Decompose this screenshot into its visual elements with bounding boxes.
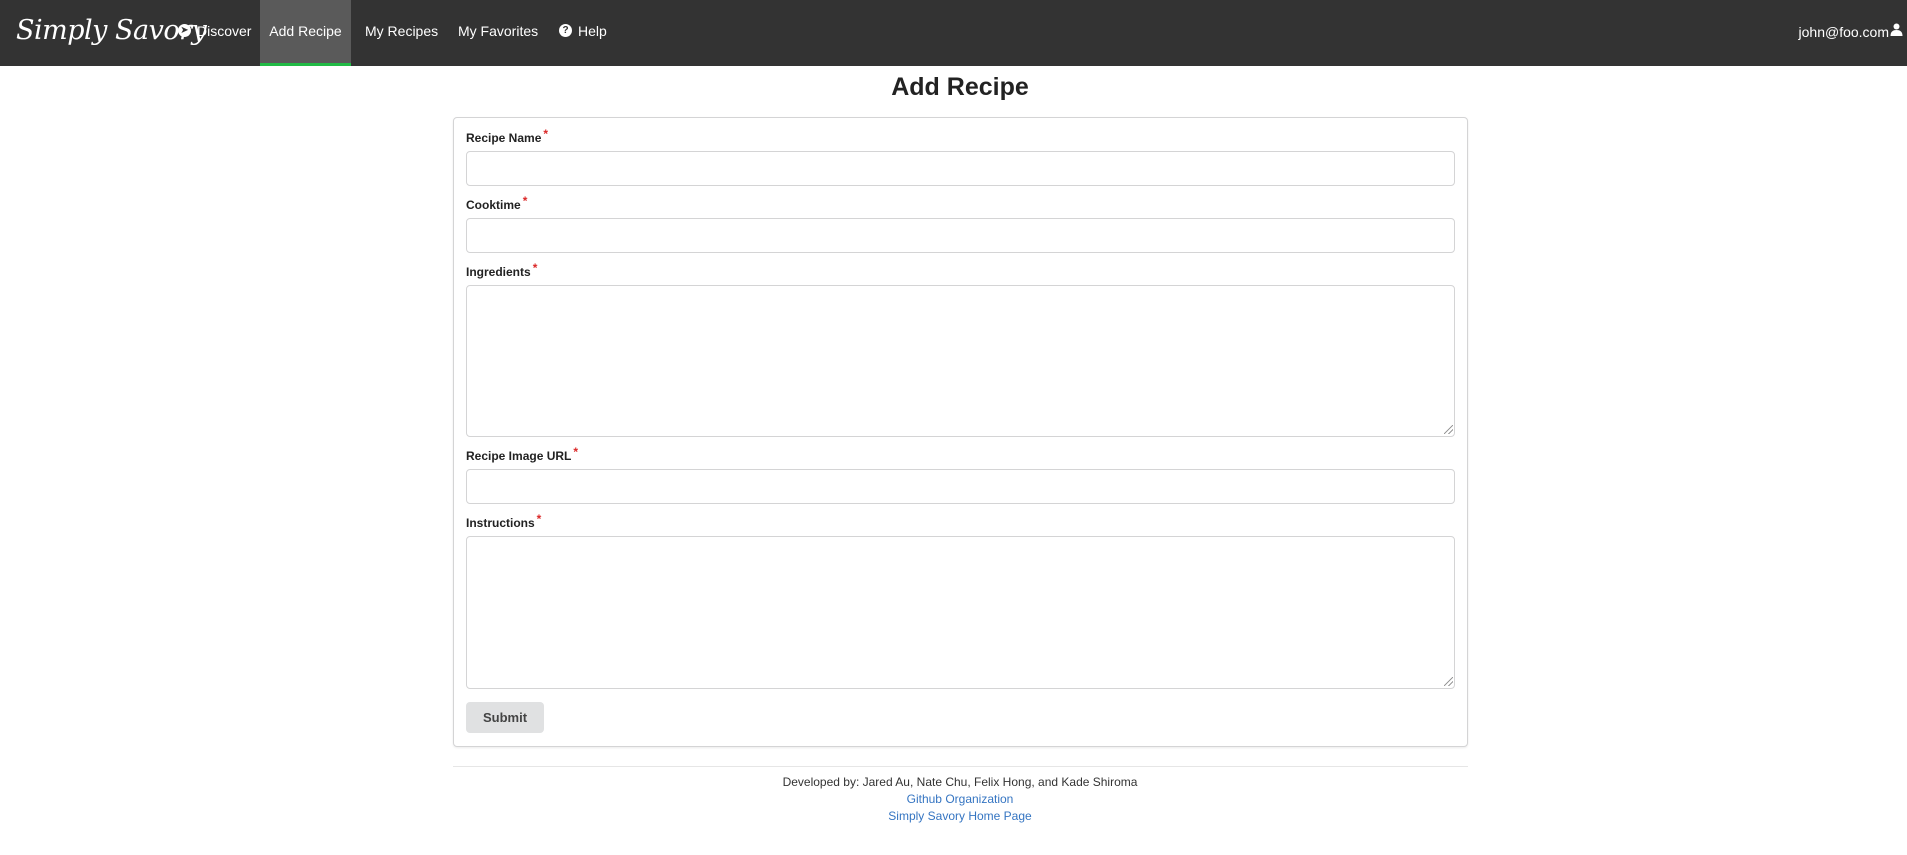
required-marker: * (543, 127, 549, 141)
nav-item-help[interactable]: ? Help (559, 0, 607, 66)
nav-item-label: Help (578, 23, 607, 39)
page-title: Add Recipe (891, 73, 1029, 101)
instructions-textarea[interactable] (466, 536, 1455, 689)
nav-item-my-favorites[interactable]: My Favorites (458, 0, 538, 66)
field-label-text: Ingredients (466, 265, 531, 279)
field-label-text: Cooktime (466, 198, 521, 212)
recipe-image-url-label: Recipe Image URL * (466, 445, 578, 463)
nav-item-label: Discover (197, 23, 252, 39)
github-organization-link[interactable]: Github Organization (0, 791, 1907, 808)
required-marker: * (532, 261, 538, 275)
recipe-image-url-input[interactable] (466, 469, 1455, 504)
ingredients-textarea[interactable] (466, 285, 1455, 437)
submit-button[interactable]: Submit (466, 702, 544, 733)
add-recipe-form: Recipe Name * Cooktime * Ingredients * Reci… (453, 117, 1468, 747)
user-menu[interactable]: john@foo.com (1799, 0, 1903, 66)
user-icon (1890, 0, 1903, 63)
question-circle-icon: ? (559, 23, 572, 37)
required-marker: * (573, 445, 579, 459)
compass-icon: ➤ (178, 23, 191, 37)
ingredients-label: Ingredients * (466, 261, 537, 279)
top-navbar: Simply Savory ➤ Discover Add Recipe My Re… (0, 0, 1907, 66)
footer: Developed by: Jared Au, Nate Chu, Felix … (0, 774, 1907, 825)
ingredients-resize-handle[interactable] (1444, 425, 1453, 434)
cooktime-input[interactable] (466, 218, 1455, 253)
nav-item-label: My Recipes (365, 23, 439, 39)
recipe-name-input[interactable] (466, 151, 1455, 186)
field-label-text: Instructions (466, 516, 535, 530)
instructions-label: Instructions * (466, 512, 541, 530)
home-page-link[interactable]: Simply Savory Home Page (0, 808, 1907, 825)
nav-item-my-recipes[interactable]: My Recipes (365, 0, 438, 66)
nav-item-label: Add Recipe (269, 23, 342, 39)
footer-divider (453, 766, 1468, 767)
user-email: john@foo.com (1798, 24, 1889, 40)
cooktime-label: Cooktime * (466, 194, 527, 212)
required-marker: * (536, 512, 542, 526)
nav-item-discover[interactable]: ➤ Discover (178, 0, 251, 66)
field-label-text: Recipe Image URL (466, 449, 572, 463)
instructions-resize-handle[interactable] (1444, 677, 1453, 686)
footer-credits: Developed by: Jared Au, Nate Chu, Felix … (782, 775, 1138, 789)
nav-item-add-recipe[interactable]: Add Recipe (260, 0, 351, 66)
required-marker: * (522, 194, 528, 208)
field-label-text: Recipe Name (466, 131, 542, 145)
recipe-name-label: Recipe Name * (466, 127, 548, 145)
nav-item-label: My Favorites (458, 23, 539, 39)
